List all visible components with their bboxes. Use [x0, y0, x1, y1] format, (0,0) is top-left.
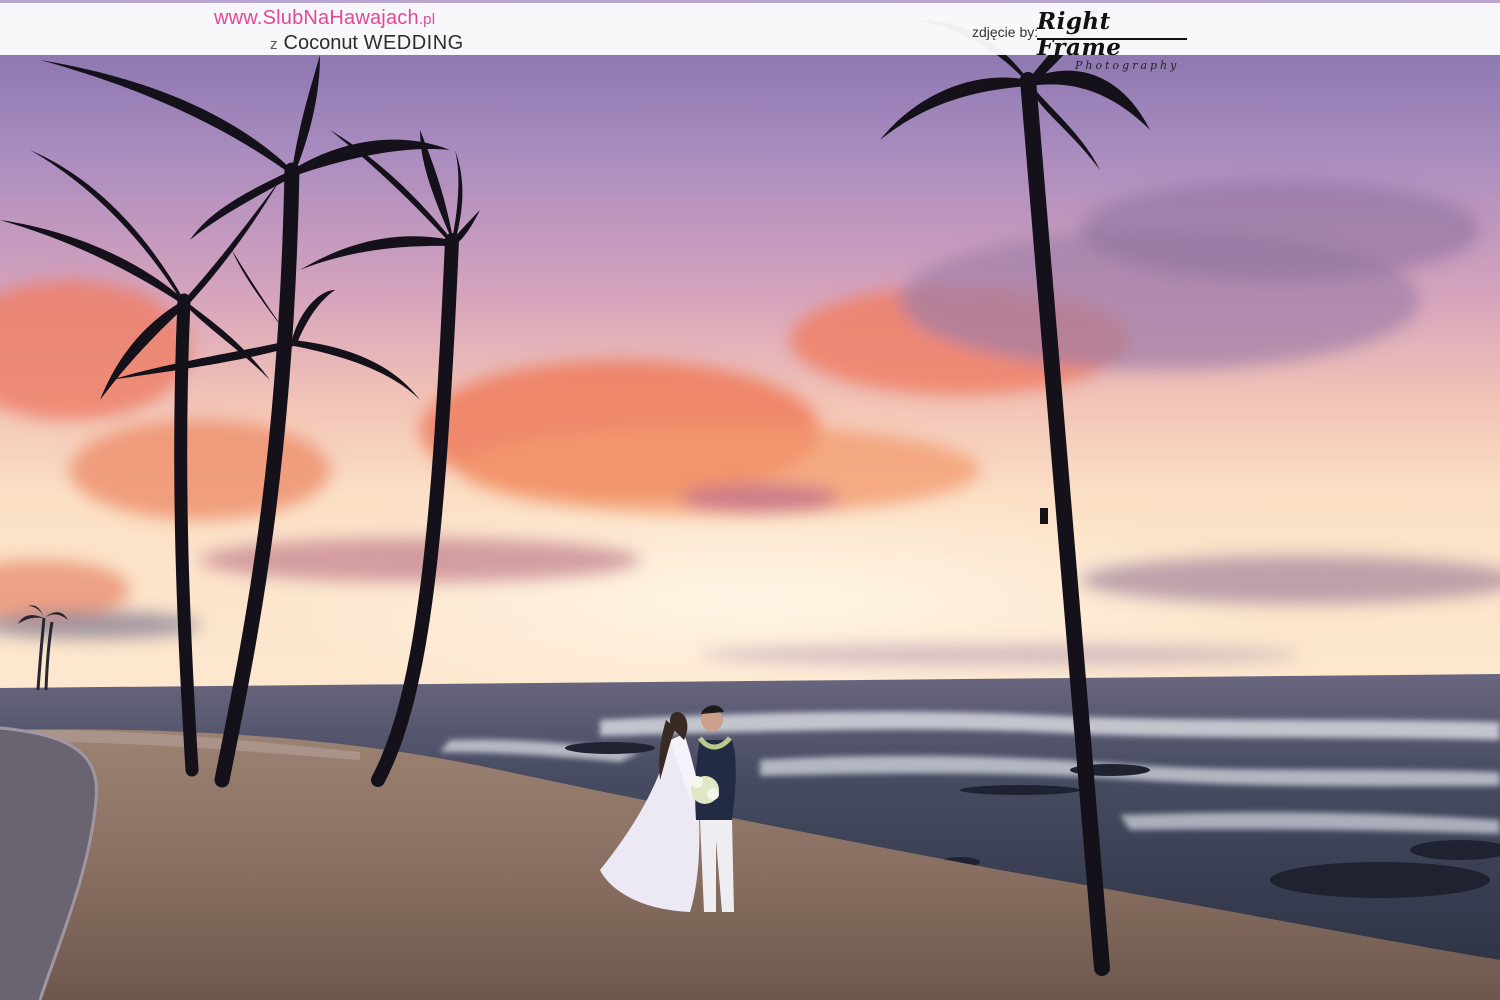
site-name-b: WEDDING	[363, 32, 464, 54]
header-banner: www.SlubNaHawajach.pl z Coconut WEDDING z…	[0, 0, 1500, 72]
photographer-name: Right Frame	[1037, 8, 1122, 61]
beach-sunset-photo	[0, 0, 1500, 1000]
photo-credit-label: zdjęcie by:	[972, 24, 1039, 40]
site-logo[interactable]: www.SlubNaHawajach.pl z Coconut WEDDING	[214, 7, 514, 57]
photographer-underline	[1037, 38, 1187, 40]
photographer-logo: Right Frame Photography	[1037, 9, 1197, 72]
site-prefix: z	[270, 36, 278, 53]
site-name-a: Coconut	[283, 32, 359, 54]
site-name: z Coconut WEDDING	[270, 31, 514, 57]
site-url[interactable]: www.SlubNaHawajach.pl	[214, 7, 514, 31]
photographer-tag: Photography	[1075, 59, 1180, 72]
photo-page: www.SlubNaHawajach.pl z Coconut WEDDING z…	[0, 0, 1500, 1000]
site-url-tld: .pl	[418, 11, 436, 28]
site-url-main: www.SlubNaHawajach	[214, 7, 419, 29]
